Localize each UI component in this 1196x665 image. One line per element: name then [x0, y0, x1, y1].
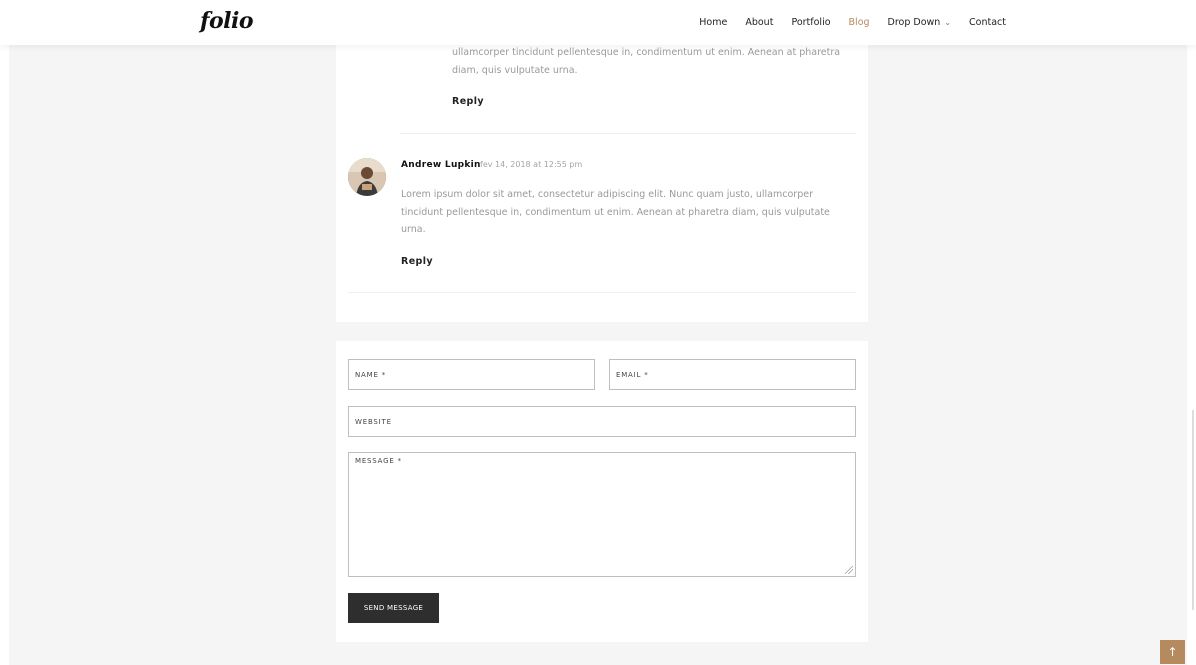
nav-item-home[interactable]: Home: [699, 17, 727, 28]
comment-text-line: Lorem ipsum dolor sit amet, consectetur …: [401, 189, 813, 200]
nav-label: Home: [699, 17, 728, 28]
message-field[interactable]: MESSAGE *: [348, 452, 856, 577]
nav-label: Drop Down: [887, 17, 941, 28]
comment-text-line: diam, quis vulputate urna.: [452, 64, 578, 76]
avatar-photo-icon: [348, 158, 386, 196]
website-field[interactable]: WEBSITE: [348, 406, 856, 437]
comment-date: fev 14, 2018 at 12:55 pm: [480, 160, 583, 169]
page-left-edge: [0, 0, 9, 665]
website-field-placeholder: WEBSITE: [355, 418, 392, 426]
chevron-down-icon: ⌄: [944, 18, 952, 27]
reply-link[interactable]: Reply: [452, 96, 484, 107]
reply-comment-body: ullamcorper tincidunt pellentesque in, c…: [452, 44, 862, 79]
name-field-placeholder: NAME *: [355, 371, 387, 379]
comment-divider: [348, 292, 856, 293]
nav-label: Blog: [848, 17, 870, 28]
comment-divider: [400, 133, 856, 134]
nav-item-blog[interactable]: Blog: [849, 17, 870, 28]
comment-author[interactable]: Andrew Lupkin: [401, 160, 481, 170]
nav-item-contact[interactable]: Contact: [969, 17, 1006, 28]
scrollbar-thumb[interactable]: [1192, 410, 1194, 610]
comment-form: NAME * EMAIL * WEBSITE MESSAGE * SEND ME…: [336, 341, 868, 642]
comment-text-line: tincidunt pellentesque in, condimentum u…: [401, 206, 830, 218]
send-message-button[interactable]: SEND MESSAGE: [348, 593, 439, 623]
avatar: [348, 158, 386, 196]
back-to-top-button[interactable]: ↑: [1160, 640, 1185, 664]
email-field-placeholder: EMAIL *: [616, 371, 649, 379]
comment-text-line: urna.: [401, 224, 426, 235]
comment-body: Lorem ipsum dolor sit amet, consectetur …: [401, 186, 856, 239]
message-field-placeholder: MESSAGE *: [355, 457, 402, 465]
comments-section: ullamcorper tincidunt pellentesque in, c…: [336, 30, 868, 322]
comment-text-line: ullamcorper tincidunt pellentesque in, c…: [452, 47, 841, 58]
nav-label: Contact: [969, 17, 1006, 28]
name-field[interactable]: NAME *: [348, 359, 595, 390]
nav-item-about[interactable]: About: [745, 17, 773, 28]
nav-label: Portfolio: [791, 17, 831, 28]
reply-link[interactable]: Reply: [401, 256, 433, 267]
site-logo[interactable]: folio: [200, 8, 254, 34]
nav-item-drop-down[interactable]: Drop Down ⌄: [888, 17, 952, 28]
nav-item-portfolio[interactable]: Portfolio: [791, 17, 830, 28]
nav-label: About: [745, 17, 774, 28]
email-field[interactable]: EMAIL *: [609, 359, 856, 390]
site-header: folio Home About Portfolio Blog Drop Dow…: [0, 0, 1196, 45]
arrow-up-icon: ↑: [1167, 645, 1178, 659]
main-nav: Home About Portfolio Blog Drop Down ⌄ Co…: [681, 17, 1006, 28]
resize-handle-icon[interactable]: [845, 566, 853, 574]
